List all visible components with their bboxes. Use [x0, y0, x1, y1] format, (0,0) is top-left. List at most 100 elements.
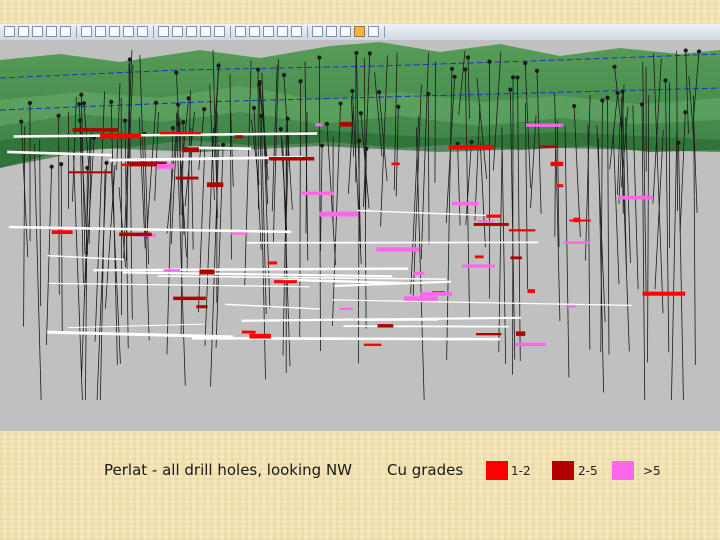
grade-interval: [119, 232, 152, 237]
settings-icon[interactable]: [368, 26, 379, 37]
collar-marker: [367, 51, 372, 56]
collar-marker: [298, 79, 303, 84]
active-view-icon[interactable]: [354, 26, 365, 37]
collar-marker: [59, 162, 64, 167]
rotate-icon[interactable]: [109, 26, 120, 37]
collar-marker: [256, 67, 261, 72]
grade-interval: [99, 133, 142, 139]
polyline-icon[interactable]: [214, 26, 225, 37]
collar-marker: [465, 55, 471, 60]
toolbar-separator: [307, 26, 308, 38]
grade-interval: [510, 256, 522, 260]
collar-marker: [122, 118, 128, 123]
grade-interval: [476, 332, 502, 336]
collar-marker: [510, 75, 516, 80]
grade-interval: [515, 331, 526, 336]
grade-interval: [267, 261, 278, 265]
copy-icon[interactable]: [60, 26, 71, 37]
collar-marker: [186, 96, 191, 101]
color-icon[interactable]: [291, 26, 302, 37]
line-icon[interactable]: [200, 26, 211, 37]
collar-marker: [77, 102, 82, 107]
collar-marker: [127, 57, 132, 62]
paste-icon[interactable]: [81, 26, 92, 37]
viewer-toolbar: [0, 24, 720, 41]
legend-label-1-2: 1-2: [511, 464, 531, 478]
collar-marker: [696, 49, 702, 54]
legend-swatch-2-5: [552, 461, 574, 480]
grade-interval: [339, 307, 353, 311]
grade-interval: [196, 305, 208, 309]
collar-marker: [317, 55, 322, 60]
collar-marker: [216, 63, 221, 68]
grid-icon[interactable]: [249, 26, 260, 37]
collar-marker: [202, 106, 207, 112]
sun-icon[interactable]: [340, 26, 351, 37]
grade-interval: [508, 229, 536, 232]
grade-interval: [377, 324, 394, 328]
collar-marker: [487, 59, 492, 64]
collar-marker: [508, 87, 513, 92]
grade-interval: [68, 171, 112, 174]
collar-marker: [259, 113, 264, 118]
collar-marker: [109, 99, 114, 105]
collar-marker: [170, 125, 176, 131]
grade-interval: [451, 201, 479, 206]
grade-interval: [339, 122, 353, 127]
render-icon[interactable]: [326, 26, 337, 37]
legend-swatch-gt-5: [612, 461, 634, 480]
collar-marker: [251, 105, 257, 111]
collar-marker: [377, 90, 382, 95]
collar-marker: [515, 75, 520, 80]
grade-interval: [72, 128, 118, 132]
collar-marker: [354, 50, 359, 56]
grade-interval: [391, 162, 400, 166]
grade-interval: [199, 269, 215, 275]
select-icon[interactable]: [172, 26, 183, 37]
3d-viewport[interactable]: [0, 40, 720, 431]
undo-icon[interactable]: [95, 26, 106, 37]
scene-canvas[interactable]: [0, 40, 720, 431]
layer-icon[interactable]: [263, 26, 274, 37]
collar-marker: [612, 64, 617, 69]
measure-icon[interactable]: [186, 26, 197, 37]
collar-marker: [324, 121, 330, 126]
grade-interval: [527, 289, 535, 294]
collar-marker: [56, 113, 61, 118]
grade-interval: [156, 163, 175, 169]
section-trace: [93, 267, 408, 272]
collar-marker: [319, 143, 325, 148]
toolbar-separator: [76, 26, 77, 38]
collar-marker: [615, 90, 620, 96]
grade-interval: [163, 269, 181, 272]
view-icon[interactable]: [277, 26, 288, 37]
grade-interval: [419, 292, 453, 296]
collar-marker: [523, 61, 528, 66]
open-icon[interactable]: [4, 26, 15, 37]
collar-marker: [452, 74, 457, 79]
pan-icon[interactable]: [158, 26, 169, 37]
toolbar-separator: [384, 26, 385, 38]
section-icon[interactable]: [235, 26, 246, 37]
collar-marker: [221, 142, 226, 147]
zoom-out-icon[interactable]: [137, 26, 148, 37]
collar-marker: [153, 100, 159, 105]
grade-interval: [525, 123, 563, 127]
collar-marker: [396, 104, 401, 109]
zoom-in-icon[interactable]: [123, 26, 134, 37]
grade-interval: [51, 230, 73, 235]
grade-interval: [376, 247, 420, 252]
grade-interval: [477, 220, 495, 223]
grade-interval: [234, 135, 244, 139]
collar-marker: [469, 139, 474, 145]
print-icon[interactable]: [32, 26, 43, 37]
legend-label-gt-5: >5: [643, 464, 661, 478]
save-icon[interactable]: [18, 26, 29, 37]
collar-marker: [572, 104, 577, 109]
grade-interval: [486, 214, 502, 218]
light-icon[interactable]: [312, 26, 323, 37]
collar-marker: [85, 165, 90, 171]
grade-interval: [230, 232, 249, 235]
cut-icon[interactable]: [46, 26, 57, 37]
collar-marker: [49, 164, 54, 169]
